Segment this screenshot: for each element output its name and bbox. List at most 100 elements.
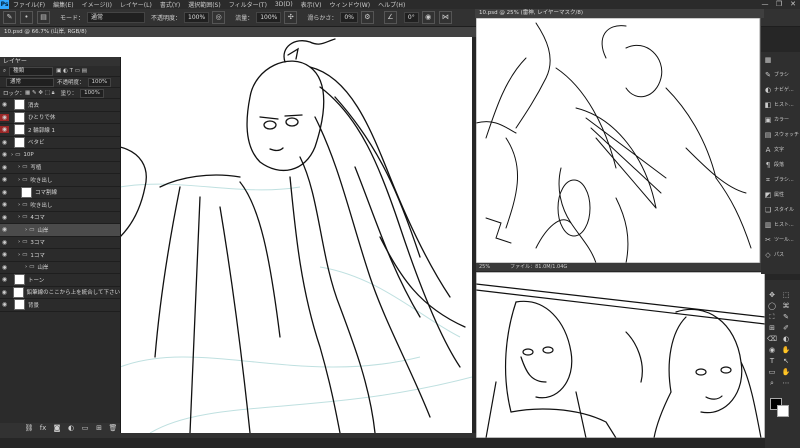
layer-row[interactable]: ◉ › ▭ 山岸 bbox=[0, 224, 120, 237]
filter-adjust-icon[interactable]: ◐ bbox=[63, 68, 68, 74]
flow-input[interactable]: 100% bbox=[256, 12, 282, 23]
smoothing-settings-icon[interactable]: ⚙ bbox=[360, 11, 374, 24]
visibility-eye-icon[interactable]: ◉ bbox=[0, 239, 9, 246]
tool-icon[interactable]: ↖ bbox=[779, 356, 793, 367]
visibility-eye-icon[interactable]: ◉ bbox=[0, 276, 9, 283]
filter-type-icon[interactable]: T bbox=[70, 68, 73, 74]
visibility-eye-icon[interactable]: ◉ bbox=[0, 189, 9, 196]
tool-icon[interactable]: ▭ bbox=[765, 367, 779, 378]
tool-icon[interactable]: ◯ bbox=[765, 301, 779, 312]
layer-row[interactable]: ◉ コマ割線 bbox=[0, 186, 120, 199]
visibility-eye-icon[interactable]: ◉ bbox=[0, 176, 9, 183]
visibility-eye-icon[interactable]: ◉ bbox=[0, 113, 9, 121]
mode-select[interactable]: 通常 bbox=[87, 12, 146, 23]
layer-opacity-input[interactable]: 100% bbox=[87, 77, 112, 87]
blend-mode-select[interactable]: 通常 bbox=[6, 77, 54, 87]
panel-dock-item[interactable]: ❏ スタイル bbox=[761, 202, 800, 217]
filter-pixel-icon[interactable]: ▣ bbox=[56, 68, 61, 74]
visibility-eye-icon[interactable]: ◉ bbox=[0, 126, 9, 134]
tool-icon[interactable]: ⊞ bbox=[765, 323, 779, 334]
lock-all-icon[interactable]: 🔒︎ bbox=[52, 90, 55, 97]
brush-preset-icon[interactable]: • bbox=[20, 11, 33, 24]
tool-icon[interactable]: ✐ bbox=[779, 323, 793, 334]
visibility-eye-icon[interactable]: ◉ bbox=[0, 251, 9, 258]
close-button[interactable]: ✕ bbox=[786, 0, 800, 9]
layer-row[interactable]: ◉ 2 輪郭線 1 bbox=[0, 124, 120, 137]
menu-select[interactable]: 選択範囲(S) bbox=[184, 0, 225, 9]
minimize-button[interactable]: — bbox=[758, 0, 772, 9]
brush-tool-icon[interactable]: ✎ bbox=[3, 11, 16, 24]
chevron-right-icon[interactable]: › bbox=[25, 264, 27, 270]
folder-icon[interactable]: ▭ bbox=[78, 423, 92, 434]
symmetry-icon[interactable]: ⋈ bbox=[438, 11, 452, 24]
tool-icon[interactable]: ✥ bbox=[765, 290, 779, 301]
visibility-eye-icon[interactable]: ◉ bbox=[0, 164, 9, 171]
visibility-eye-icon[interactable]: ◉ bbox=[0, 101, 9, 108]
tool-icon[interactable]: ✋ bbox=[779, 367, 793, 378]
tool-icon[interactable]: ⛶ bbox=[765, 312, 779, 323]
menu-3d[interactable]: 3D(D) bbox=[271, 1, 297, 8]
tool-icon[interactable]: ⋯ bbox=[779, 378, 793, 389]
chevron-right-icon[interactable]: › bbox=[18, 239, 20, 245]
layer-row[interactable]: ◉ › ▭ 1コマ bbox=[0, 249, 120, 262]
visibility-eye-icon[interactable]: ◉ bbox=[0, 139, 9, 146]
pressure-opacity-icon[interactable]: ◎ bbox=[212, 11, 226, 24]
smoothing-input[interactable]: 0% bbox=[340, 12, 358, 23]
kind-filter-select[interactable]: 種類 bbox=[9, 66, 54, 76]
layer-row[interactable]: ◉ ひとりで休 bbox=[0, 111, 120, 124]
menu-layer[interactable]: レイヤー(L) bbox=[116, 0, 156, 9]
panel-dock-item[interactable]: ◇ パス bbox=[761, 247, 800, 262]
layer-row[interactable]: ◉ › ▭ 吹き出し bbox=[0, 174, 120, 187]
menu-view[interactable]: 表示(V) bbox=[297, 0, 326, 9]
background-color-swatch[interactable] bbox=[777, 405, 789, 417]
menu-image[interactable]: イメージ(I) bbox=[78, 0, 116, 9]
tool-icon[interactable]: ⌕ bbox=[765, 378, 779, 389]
new-layer-icon[interactable]: ⊞ bbox=[92, 423, 106, 434]
layer-row[interactable]: ◉ 消去 bbox=[0, 99, 120, 112]
menu-help[interactable]: ヘルプ(H) bbox=[374, 0, 409, 9]
tool-icon[interactable]: ◉ bbox=[765, 345, 779, 356]
lock-artboard-icon[interactable]: ⬚ bbox=[45, 90, 50, 96]
tool-icon[interactable]: ⌫ bbox=[765, 334, 779, 345]
tool-icon[interactable]: ✎ bbox=[779, 312, 793, 323]
adjust-icon[interactable]: ◐ bbox=[64, 423, 78, 434]
panel-dock-item[interactable]: ⌗ ブラシ... bbox=[761, 172, 800, 187]
panel-dock-item[interactable]: ▦ bbox=[761, 52, 800, 67]
lock-move-icon[interactable]: ✥ bbox=[38, 90, 43, 96]
float-canvas[interactable] bbox=[476, 18, 760, 263]
filter-shape-icon[interactable]: ▭ bbox=[75, 68, 80, 74]
layer-row[interactable]: ◉ › ▭ 山岸 bbox=[0, 262, 120, 274]
chevron-right-icon[interactable]: › bbox=[18, 164, 20, 170]
panel-dock-item[interactable]: ▥ ヒスト... bbox=[761, 217, 800, 232]
panel-dock-item[interactable]: ◩ 属性 bbox=[761, 187, 800, 202]
panel-dock-item[interactable]: A 文字 bbox=[761, 142, 800, 157]
chevron-right-icon[interactable]: › bbox=[18, 202, 20, 208]
layer-row[interactable]: ◉ 鉛筆線のここから上を統合して下さい bbox=[0, 286, 120, 299]
menu-filter[interactable]: フィルター(T) bbox=[225, 0, 271, 9]
layer-row[interactable]: ◉ › ▭ 吹き出し bbox=[0, 199, 120, 212]
layer-row[interactable]: ◉ › ▭ 4コマ bbox=[0, 212, 120, 224]
bottom-scrollbar[interactable] bbox=[0, 433, 476, 438]
tool-icon[interactable]: ◐ bbox=[779, 334, 793, 345]
menu-type[interactable]: 書式(Y) bbox=[156, 0, 184, 9]
panel-dock-item[interactable]: ◧ ヒスト... bbox=[761, 97, 800, 112]
fill-input[interactable]: 100% bbox=[80, 88, 104, 98]
angle-input[interactable]: 0° bbox=[403, 12, 419, 23]
bottom-canvas[interactable] bbox=[476, 272, 765, 438]
menu-file[interactable]: ファイル(F) bbox=[9, 0, 49, 9]
tool-icon[interactable]: ✋ bbox=[779, 345, 793, 356]
float-doc-tab[interactable]: 10.psd @ 25% (雷神, レイヤーマスク/8) bbox=[475, 9, 764, 18]
chevron-right-icon[interactable]: › bbox=[25, 227, 27, 233]
main-doc-tab[interactable]: 10.psd @ 66.7% (山岸, RGB/8) bbox=[0, 27, 476, 37]
lock-paint-icon[interactable]: ✎ bbox=[32, 90, 37, 96]
menu-window[interactable]: ウィンドウ(W) bbox=[325, 0, 374, 9]
chevron-right-icon[interactable]: › bbox=[18, 214, 20, 220]
tool-icon[interactable]: T bbox=[765, 356, 779, 367]
layer-row[interactable]: ◉ トーン bbox=[0, 274, 120, 287]
panel-dock-item[interactable]: ◐ ナビゲ... bbox=[761, 82, 800, 97]
visibility-eye-icon[interactable]: ◉ bbox=[0, 264, 9, 271]
menu-edit[interactable]: 編集(E) bbox=[49, 0, 77, 9]
visibility-eye-icon[interactable]: ◉ bbox=[0, 201, 9, 208]
visibility-eye-icon[interactable]: ◉ bbox=[0, 151, 9, 158]
layer-row[interactable]: ◉ › ▭ 写植 bbox=[0, 162, 120, 174]
